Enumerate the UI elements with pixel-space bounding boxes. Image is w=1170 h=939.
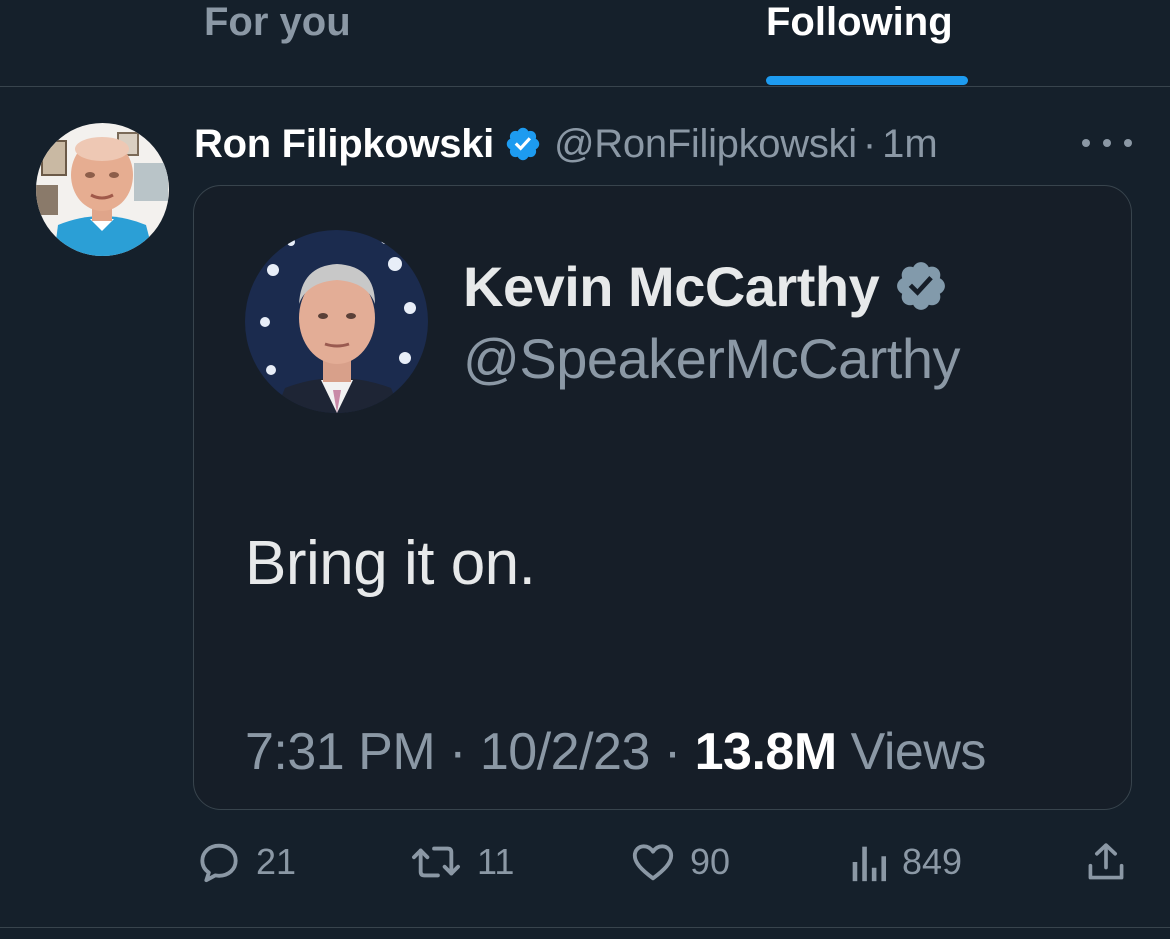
more-dot	[1082, 139, 1090, 147]
quoted-views-count: 13.8M	[694, 723, 838, 781]
quoted-avatar	[245, 230, 428, 413]
separator-dot: ·	[663, 723, 681, 781]
author-avatar[interactable]	[36, 123, 169, 256]
tab-following-label: Following	[766, 0, 953, 44]
quoted-views-label: Views	[850, 723, 987, 781]
reply-count: 21	[256, 841, 297, 882]
share-icon	[1088, 843, 1124, 880]
like-button[interactable]: 90	[630, 838, 730, 886]
views-count: 849	[902, 841, 963, 882]
timeline-page: For you Following Ron Filipkowski @RonFi…	[0, 0, 1170, 939]
tweet-media-image[interactable]: Kevin McCarthy @SpeakerMcCarthy Bring it…	[193, 185, 1132, 810]
views-chart-icon	[852, 846, 887, 882]
author-name[interactable]: Ron Filipkowski	[194, 122, 494, 167]
quoted-name-line: Kevin McCarthy	[463, 254, 949, 318]
active-tab-indicator	[766, 76, 968, 85]
author-avatar-image	[36, 123, 169, 256]
views-button[interactable]: 849	[848, 838, 962, 886]
more-dot	[1103, 139, 1111, 147]
reply-button[interactable]: 21	[196, 838, 296, 886]
divider	[0, 927, 1170, 928]
retweet-count: 11	[477, 841, 515, 882]
quoted-avatar-image	[245, 230, 428, 413]
timeline-tabs: For you Following	[0, 0, 1170, 86]
quoted-date: 10/2/23	[479, 723, 651, 781]
reply-icon	[200, 843, 238, 883]
more-dot	[1124, 139, 1132, 147]
tab-for-you[interactable]: For you	[204, 0, 384, 86]
tweet-header: Ron Filipkowski @RonFilipkowski · 1m	[194, 118, 938, 170]
quoted-author-handle: @SpeakerMcCarthy	[463, 327, 961, 390]
author-handle[interactable]: @RonFilipkowski	[554, 122, 857, 167]
post-timestamp[interactable]: 1m	[882, 122, 938, 167]
tab-for-you-label: For you	[204, 0, 351, 44]
quoted-tweet-meta: 7:31 PM · 10/2/23 · 13.8M Views	[245, 722, 986, 782]
grey-verified-badge-icon	[893, 258, 949, 314]
divider	[0, 86, 1170, 87]
quoted-time: 7:31 PM	[245, 723, 436, 781]
tab-following[interactable]: Following	[766, 0, 968, 86]
quoted-author-name: Kevin McCarthy	[463, 254, 880, 318]
separator-dot: ·	[449, 723, 466, 781]
share-button[interactable]	[1084, 838, 1128, 886]
heart-icon	[632, 844, 674, 881]
verified-badge-icon	[504, 125, 542, 163]
retweet-button[interactable]: 11	[409, 838, 514, 886]
separator-dot: ·	[862, 121, 877, 166]
more-options-icon[interactable]	[1082, 128, 1132, 158]
like-count: 90	[690, 841, 731, 882]
retweet-icon	[412, 846, 460, 878]
quoted-tweet-text: Bring it on.	[245, 529, 536, 598]
